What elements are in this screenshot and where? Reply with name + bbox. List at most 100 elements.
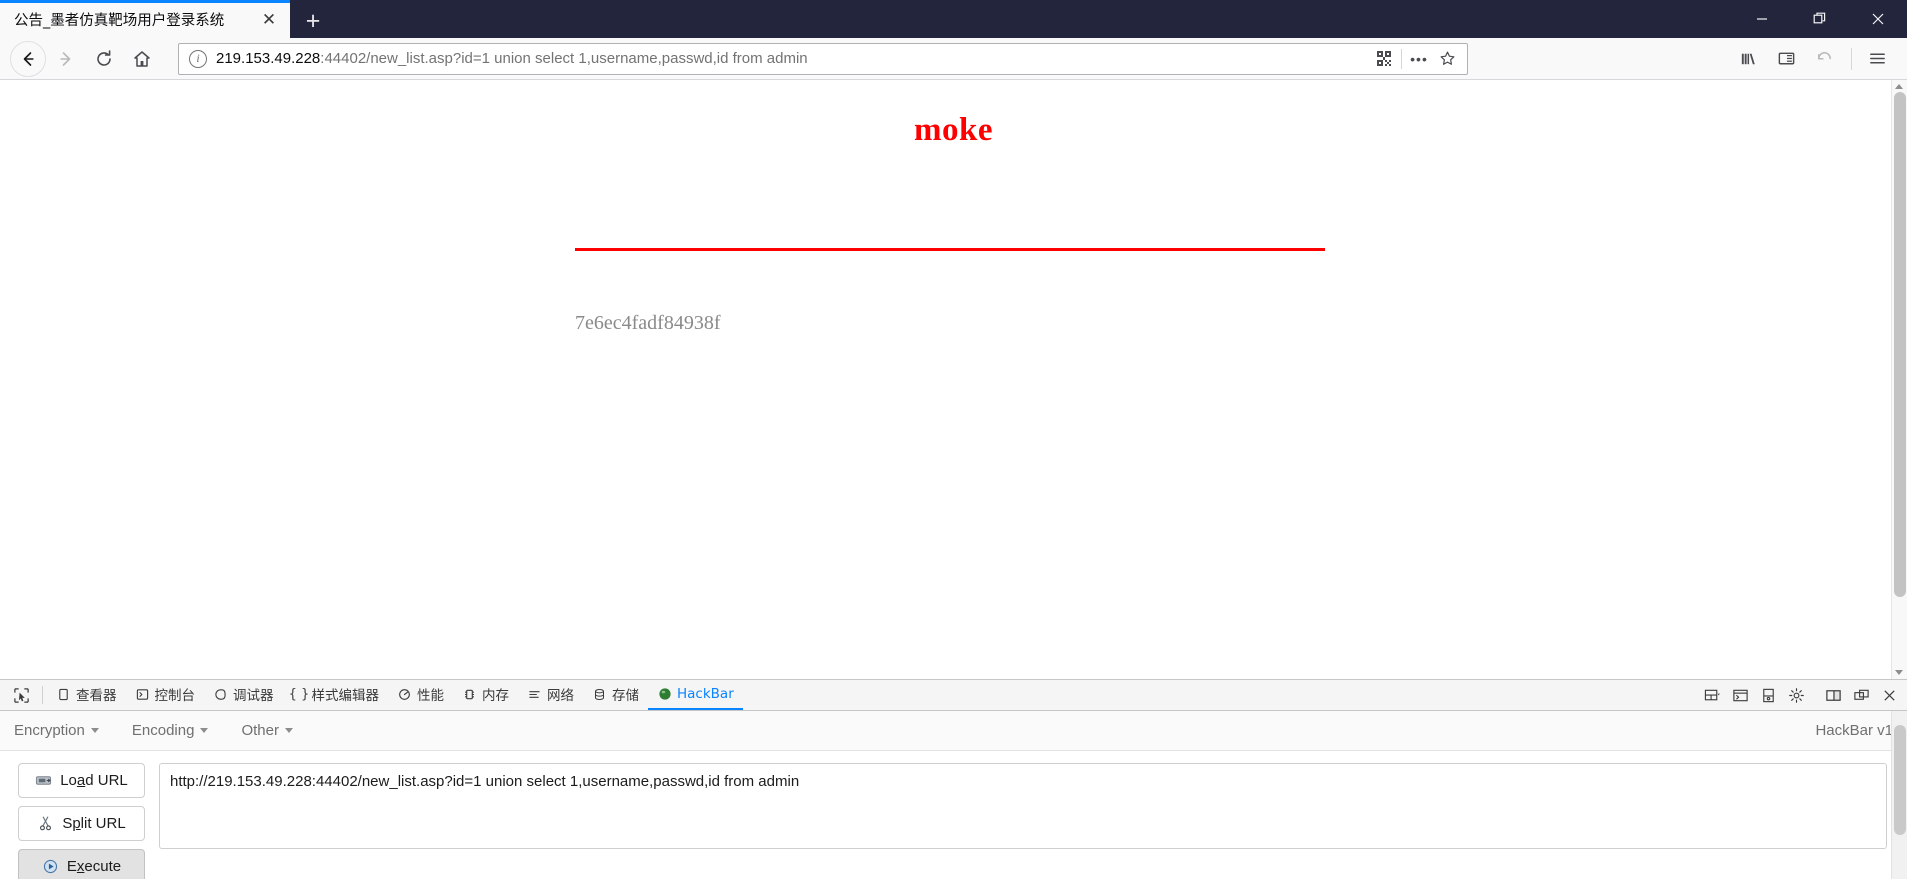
home-button[interactable] (124, 41, 160, 77)
load-url-button[interactable]: Load URL (18, 763, 145, 798)
tab-title: 公告_墨者仿真靶场用户登录系统 (14, 12, 225, 29)
devtools-tab-label: 性能 (417, 688, 444, 704)
close-window-icon[interactable] (1849, 0, 1907, 38)
hackbar-menu-encoding[interactable]: Encoding (132, 722, 209, 739)
gear-icon[interactable] (1782, 680, 1810, 710)
dock-to-side-icon[interactable] (1819, 680, 1847, 710)
page-title: moke (914, 112, 993, 148)
debugger-icon (213, 687, 228, 702)
menu-label: Other (241, 722, 279, 739)
tab-bar: 公告_墨者仿真靶场用户登录系统 ✕ + (0, 0, 1907, 38)
hackbar-button-column: Load URL Split URL Execute (18, 763, 145, 879)
synced-tabs-icon[interactable] (1806, 41, 1842, 77)
url-text: 219.153.49.228:44402/new_list.asp?id=1 u… (216, 50, 1370, 67)
devtools-tab-debugger[interactable]: 调试器 (204, 680, 283, 710)
devtools-tab-memory[interactable]: 内存 (453, 680, 518, 710)
load-url-label: Load URL (60, 772, 128, 789)
devtools-tab-style-editor[interactable]: { } 样式编辑器 (283, 680, 389, 710)
devtools-tab-label: 查看器 (76, 688, 117, 704)
back-button[interactable] (10, 40, 46, 77)
chevron-down-icon (90, 728, 99, 733)
hackbar-scrollbar[interactable] (1891, 711, 1907, 879)
hackbar-icon (657, 687, 672, 702)
devtools-tab-label: 调试器 (233, 688, 274, 704)
execute-button[interactable]: Execute (18, 849, 145, 879)
devtools-tab-label: 存储 (612, 688, 639, 704)
page-content: moke 7e6ec4fadf84938f (0, 80, 1907, 679)
element-picker-icon[interactable] (4, 680, 38, 710)
hash-value: 7e6ec4fadf84938f (575, 312, 721, 334)
menu-label: Encoding (131, 722, 195, 739)
scrollbar-thumb[interactable] (1894, 725, 1906, 835)
devtools-tab-hackbar[interactable]: HackBar (648, 680, 743, 710)
browser-tab[interactable]: 公告_墨者仿真靶场用户登录系统 ✕ (0, 0, 290, 38)
site-info-icon[interactable]: i (189, 49, 207, 68)
url-path: :44402/new_list.asp?id=1 union select 1,… (320, 50, 808, 67)
url-bar[interactable]: i 219.153.49.228:44402/new_list.asp?id=1… (178, 42, 1468, 75)
inspector-icon (56, 687, 71, 702)
bookmark-star-icon[interactable] (1433, 46, 1461, 72)
hackbar-menubar: Encryption Encoding Other HackBar v1 (0, 711, 1907, 751)
network-icon (527, 687, 542, 702)
hackbar-menu-other[interactable]: Other (241, 722, 293, 739)
devtools-tab-label: 网络 (547, 688, 574, 704)
qr-glyph (1376, 51, 1392, 66)
load-url-icon (35, 772, 52, 789)
devtools-tab-performance[interactable]: 性能 (388, 680, 453, 710)
responsive-design-mode-icon[interactable] (1698, 680, 1726, 710)
devtools-tab-storage[interactable]: 存储 (583, 680, 648, 710)
devtools-tab-inspector[interactable]: 查看器 (47, 680, 126, 710)
library-icon[interactable] (1730, 41, 1766, 77)
devtools-tab-network[interactable]: 网络 (518, 680, 583, 710)
hackbar-version-label: HackBar v1 (1815, 722, 1893, 739)
scissors-icon (37, 815, 54, 832)
split-url-label: Split URL (62, 815, 126, 832)
minimize-icon[interactable] (1733, 0, 1791, 38)
execute-label: Execute (66, 858, 122, 875)
url-separator (1401, 48, 1402, 69)
horizontal-rule (575, 248, 1325, 251)
console-icon (135, 687, 150, 702)
devtools-tab-label: 控制台 (154, 688, 196, 704)
performance-icon (397, 687, 412, 702)
toolbar-divider (1851, 47, 1852, 70)
separate-window-icon[interactable] (1847, 680, 1875, 710)
screenshot-icon[interactable] (1754, 680, 1782, 710)
devtools-tab-console[interactable]: 控制台 (126, 680, 205, 710)
play-icon (42, 858, 59, 875)
new-tab-button[interactable]: + (294, 4, 332, 38)
url-textarea[interactable] (159, 763, 1887, 849)
hackbar-panel: Encryption Encoding Other HackBar v1 Loa… (0, 711, 1907, 879)
scroll-up-arrow-icon[interactable] (1895, 84, 1903, 89)
page-scrollbar[interactable] (1891, 80, 1907, 679)
chevron-down-icon (284, 728, 293, 733)
forward-button[interactable] (48, 41, 84, 77)
sidebar-icon[interactable] (1768, 41, 1804, 77)
split-url-button[interactable]: Split URL (18, 806, 145, 841)
chevron-down-icon (200, 728, 209, 733)
devtools-toolbar: 查看器 控制台 调试器 { } 样式编辑器 性能 内存 网络 存储 HackBa… (0, 679, 1907, 711)
hackbar-body: Load URL Split URL Execute http://219.15… (0, 751, 1907, 879)
restore-icon[interactable] (1791, 0, 1849, 38)
devtools-tab-label: 样式编辑器 (311, 688, 380, 704)
reload-button[interactable] (86, 41, 122, 77)
window-controls (1733, 0, 1907, 38)
page-actions-icon[interactable]: ••• (1405, 46, 1433, 72)
devtools-end-icons (1698, 680, 1907, 710)
close-icon[interactable]: ✕ (256, 6, 282, 32)
hackbar-menu-encryption[interactable]: Encryption (14, 722, 99, 739)
devtools-tab-label: 内存 (482, 688, 509, 704)
url-host: 219.153.49.228 (216, 50, 321, 67)
memory-icon (462, 687, 477, 702)
style-editor-icon: { } (288, 686, 310, 702)
devtools-tab-label: HackBar (677, 686, 734, 702)
hamburger-menu-icon[interactable] (1859, 41, 1895, 77)
menu-label: Encryption (14, 722, 85, 739)
storage-icon (592, 687, 607, 702)
split-console-icon[interactable] (1726, 680, 1754, 710)
devtools-divider (42, 686, 43, 704)
scroll-down-arrow-icon[interactable] (1895, 670, 1903, 675)
scrollbar-thumb[interactable] (1894, 92, 1906, 597)
close-devtools-icon[interactable] (1875, 680, 1903, 710)
qr-code-icon[interactable] (1370, 46, 1398, 72)
